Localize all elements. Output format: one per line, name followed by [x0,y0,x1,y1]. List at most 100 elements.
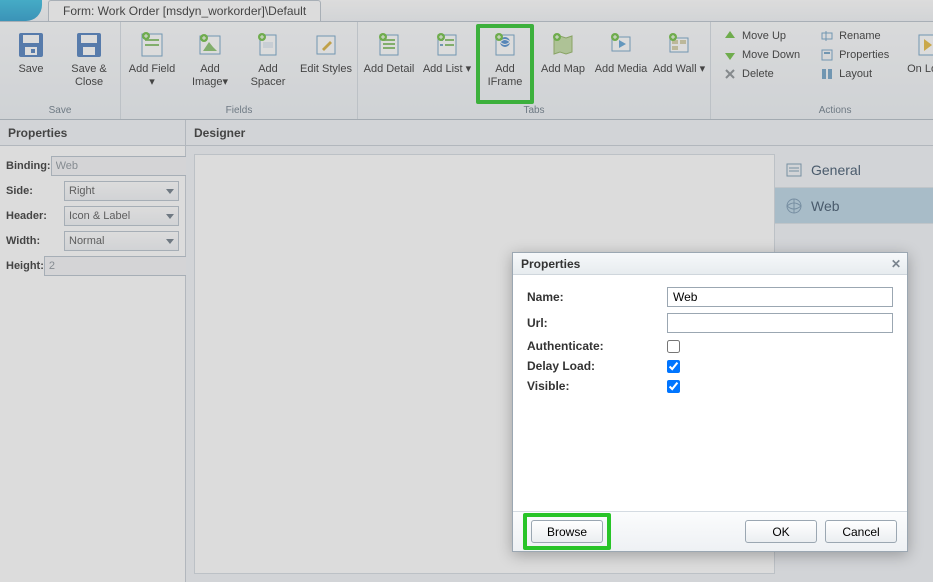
add-field-icon [136,29,168,61]
properties-label: Properties [839,49,889,61]
header-select[interactable]: Icon & Label [64,206,179,226]
move-up-label: Move Up [742,30,786,42]
add-detail-button[interactable]: Add Detail [360,24,418,104]
add-field-button[interactable]: Add Field ▾ [123,24,181,104]
add-wall-icon [663,29,695,61]
ribbon-group-tabs-label: Tabs [360,104,708,118]
dialog-titlebar: Properties ✕ [513,253,907,275]
add-media-icon [605,29,637,61]
floppy-close-icon [73,29,105,61]
side-value: Right [69,185,95,197]
ribbon: Save Save & Close Save Add Field ▾ [0,22,933,120]
layout-button[interactable]: Layout [816,66,893,82]
save-label: Save [18,63,43,76]
ribbon-group-save-label: Save [2,104,118,118]
close-icon[interactable]: ✕ [891,257,901,271]
chevron-down-icon [166,214,174,219]
tab-general[interactable]: General [775,152,933,188]
add-map-button[interactable]: Add Map [534,24,592,104]
url-input[interactable] [667,313,893,333]
header-prop-label: Header: [6,210,64,222]
designer-panel-header: Designer [186,120,933,145]
chevron-down-icon [166,189,174,194]
save-button[interactable]: Save [2,24,60,104]
browse-highlight: Browse [523,513,611,550]
rename-label: Rename [839,30,881,42]
on-load-label: On Load [907,63,933,76]
ribbon-group-fields: Add Field ▾ Add Image▾ Add Spacer Edit S… [121,22,358,119]
tab-web-label: Web [811,198,840,214]
ribbon-group-tabs: Add Detail Add List ▾ Add IFrame Add Map [358,22,711,119]
back-button[interactable] [0,0,42,21]
add-iframe-icon [489,29,521,61]
add-map-icon [547,29,579,61]
delete-icon [723,67,737,81]
name-input[interactable] [667,287,893,307]
add-image-button[interactable]: Add Image▾ [181,24,239,104]
side-select[interactable]: Right [64,181,179,201]
delay-load-label: Delay Load: [527,359,667,373]
browse-button[interactable]: Browse [531,520,603,543]
add-map-label: Add Map [541,63,585,76]
add-spacer-icon [252,29,284,61]
save-close-button[interactable]: Save & Close [60,24,118,104]
add-detail-label: Add Detail [364,63,415,76]
dialog-footer: Browse OK Cancel [513,511,907,551]
edit-styles-label: Edit Styles [300,63,352,76]
cancel-button[interactable]: Cancel [825,520,897,543]
add-image-icon [194,29,226,61]
add-media-button[interactable]: Add Media [592,24,650,104]
panels-header: Properties Designer [0,120,933,146]
chevron-down-icon [166,239,174,244]
height-label: Height: [6,260,44,272]
floppy-icon [15,29,47,61]
add-list-button[interactable]: Add List ▾ [418,24,476,104]
visible-label: Visible: [527,379,667,393]
delete-button[interactable]: Delete [719,66,804,82]
rename-button[interactable]: Rename [816,28,893,44]
properties-icon [820,48,834,62]
on-load-button[interactable]: On Load [899,24,933,104]
visible-checkbox[interactable] [667,380,680,393]
arrow-up-icon [723,29,737,43]
width-value: Normal [69,235,104,247]
properties-panel: Binding: Side: Right Header: Icon & Labe… [0,146,186,582]
layout-icon [820,67,834,81]
header-value: Icon & Label [69,210,130,222]
dialog-body: Name: Url: Authenticate: Delay Load: Vis… [513,275,907,511]
properties-button[interactable]: Properties [816,47,893,63]
ribbon-group-save: Save Save & Close Save [0,22,121,119]
ribbon-group-actions-label: Actions [713,104,933,118]
width-select[interactable]: Normal [64,231,179,251]
add-wall-button[interactable]: Add Wall ▾ [650,24,708,104]
properties-panel-header: Properties [0,120,186,145]
move-down-button[interactable]: Move Down [719,47,804,63]
tab-general-label: General [811,162,861,178]
delay-load-checkbox[interactable] [667,360,680,373]
url-label: Url: [527,316,667,330]
move-up-button[interactable]: Move Up [719,28,804,44]
rename-icon [820,29,834,43]
ok-button[interactable]: OK [745,520,817,543]
layout-label: Layout [839,68,872,80]
binding-label: Binding: [6,160,51,172]
edit-styles-button[interactable]: Edit Styles [297,24,355,104]
binding-input [51,156,203,176]
edit-styles-icon [310,29,342,61]
width-label: Width: [6,235,64,247]
authenticate-checkbox[interactable] [667,340,680,353]
ribbon-group-actions: Move Up Move Down Delete Rename [711,22,933,119]
form-tab[interactable]: Form: Work Order [msdyn_workorder]\Defau… [48,0,321,21]
add-iframe-button[interactable]: Add IFrame [476,24,534,104]
tab-web[interactable]: Web [775,188,933,224]
add-spacer-label: Add Spacer [241,63,295,89]
globe-icon [785,197,803,215]
add-list-label: Add List ▾ [423,63,471,76]
add-spacer-button[interactable]: Add Spacer [239,24,297,104]
titlebar: Form: Work Order [msdyn_workorder]\Defau… [0,0,933,22]
add-wall-label: Add Wall ▾ [653,63,705,76]
delete-label: Delete [742,68,774,80]
add-media-label: Add Media [595,63,648,76]
side-label: Side: [6,185,64,197]
add-field-label: Add Field ▾ [125,63,179,89]
